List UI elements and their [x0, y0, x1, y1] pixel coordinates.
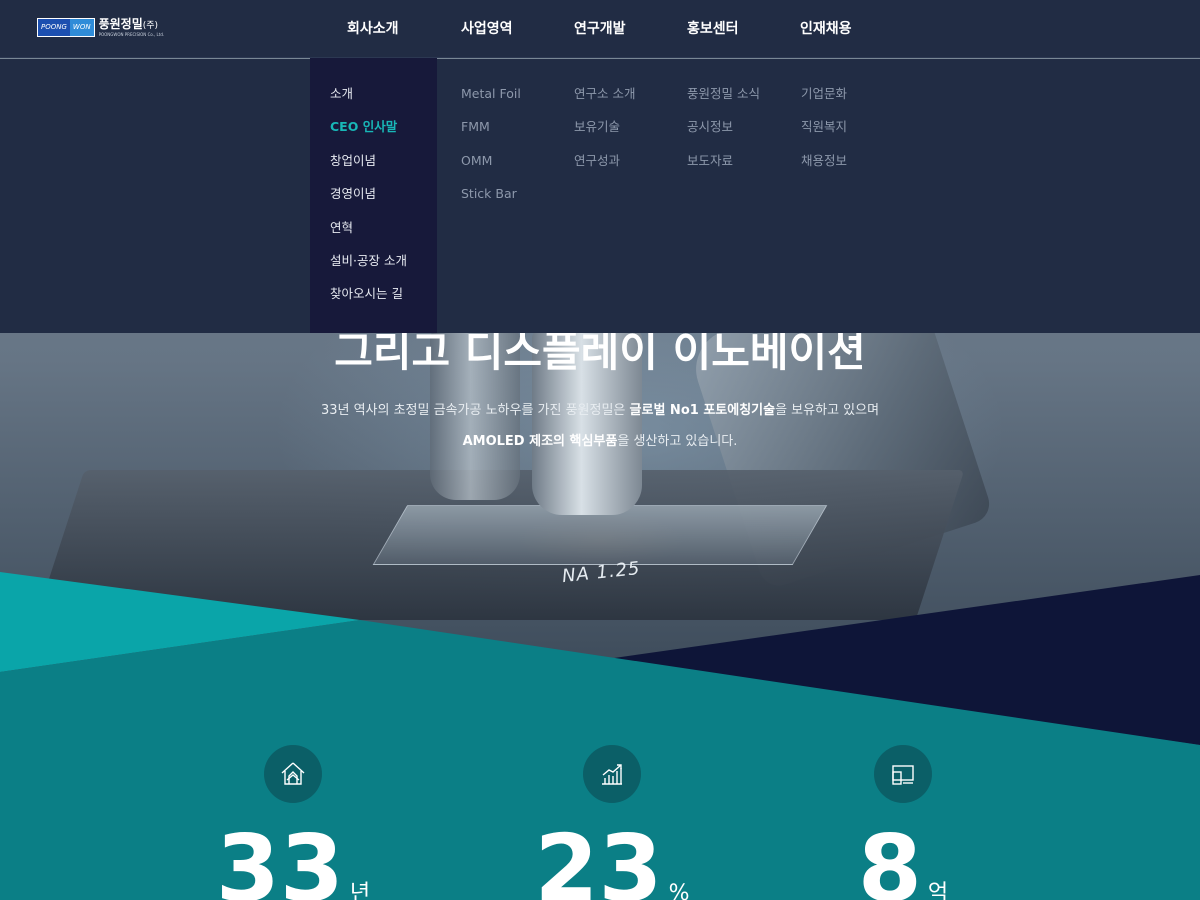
- menu-item-ceo-greeting[interactable]: CEO 인사말: [330, 117, 407, 150]
- menu-item-history[interactable]: 연혁: [330, 218, 407, 251]
- stat-revenue-number: 8억: [857, 815, 949, 900]
- menu-column-careers: 기업문화 직원복지 채용정보: [801, 84, 847, 184]
- nav-research[interactable]: 연구개발: [574, 0, 626, 58]
- stat-growth-number: 23%: [534, 815, 690, 900]
- nav-pr-center[interactable]: 홍보센터: [687, 0, 739, 58]
- nav-company[interactable]: 회사소개: [347, 0, 399, 58]
- menu-item-lab-intro[interactable]: 연구소 소개: [574, 84, 635, 117]
- stat-growth: 23%: [502, 745, 722, 900]
- menu-item-founding-philosophy[interactable]: 창업이념: [330, 151, 407, 184]
- menu-item-press[interactable]: 보도자료: [687, 151, 760, 184]
- menu-item-stick-bar[interactable]: Stick Bar: [461, 184, 521, 217]
- nav-business[interactable]: 사업영역: [461, 0, 513, 58]
- menu-item-research-results[interactable]: 연구성과: [574, 151, 635, 184]
- menu-column-company: 소개 CEO 인사말 창업이념 경영이념 연혁 설비·공장 소개 찾아오시는 길: [330, 84, 407, 318]
- display-panel-icon: [874, 745, 932, 803]
- menu-item-technology[interactable]: 보유기술: [574, 117, 635, 150]
- menu-item-welfare[interactable]: 직원복지: [801, 117, 847, 150]
- history-icon: [264, 745, 322, 803]
- menu-item-directions[interactable]: 찾아오시는 길: [330, 284, 407, 317]
- logo-mark: POONG WON: [37, 18, 95, 37]
- menu-item-recruiting[interactable]: 채용정보: [801, 151, 847, 184]
- menu-item-omm[interactable]: OMM: [461, 151, 521, 184]
- menu-column-business: Metal Foil FMM OMM Stick Bar: [461, 84, 521, 218]
- menu-item-culture[interactable]: 기업문화: [801, 84, 847, 117]
- stat-years-number: 33 년: [215, 815, 371, 900]
- menu-column-research: 연구소 소개 보유기술 연구성과: [574, 84, 635, 184]
- menu-item-company-news[interactable]: 풍원정밀 소식: [687, 84, 760, 117]
- menu-column-pr: 풍원정밀 소식 공시정보 보도자료: [687, 84, 760, 184]
- menu-item-facilities[interactable]: 설비·공장 소개: [330, 251, 407, 284]
- nav-careers[interactable]: 인재채용: [800, 0, 852, 58]
- menu-item-intro[interactable]: 소개: [330, 84, 407, 117]
- growth-chart-icon: [583, 745, 641, 803]
- menu-item-disclosure[interactable]: 공시정보: [687, 117, 760, 150]
- site-header: POONG WON 풍원정밀(주) POONGWON PRECISION Co.…: [0, 0, 1200, 58]
- company-logo[interactable]: POONG WON 풍원정밀(주) POONGWON PRECISION Co.…: [37, 18, 164, 37]
- logo-wordmark: 풍원정밀(주) POONGWON PRECISION Co., Ltd.: [98, 17, 165, 37]
- menu-item-fmm[interactable]: FMM: [461, 117, 521, 150]
- stat-years: 33 년: [183, 745, 403, 900]
- menu-item-metal-foil[interactable]: Metal Foil: [461, 84, 521, 117]
- stat-revenue: 8억: [793, 745, 1013, 900]
- menu-item-management-philosophy[interactable]: 경영이념: [330, 184, 407, 217]
